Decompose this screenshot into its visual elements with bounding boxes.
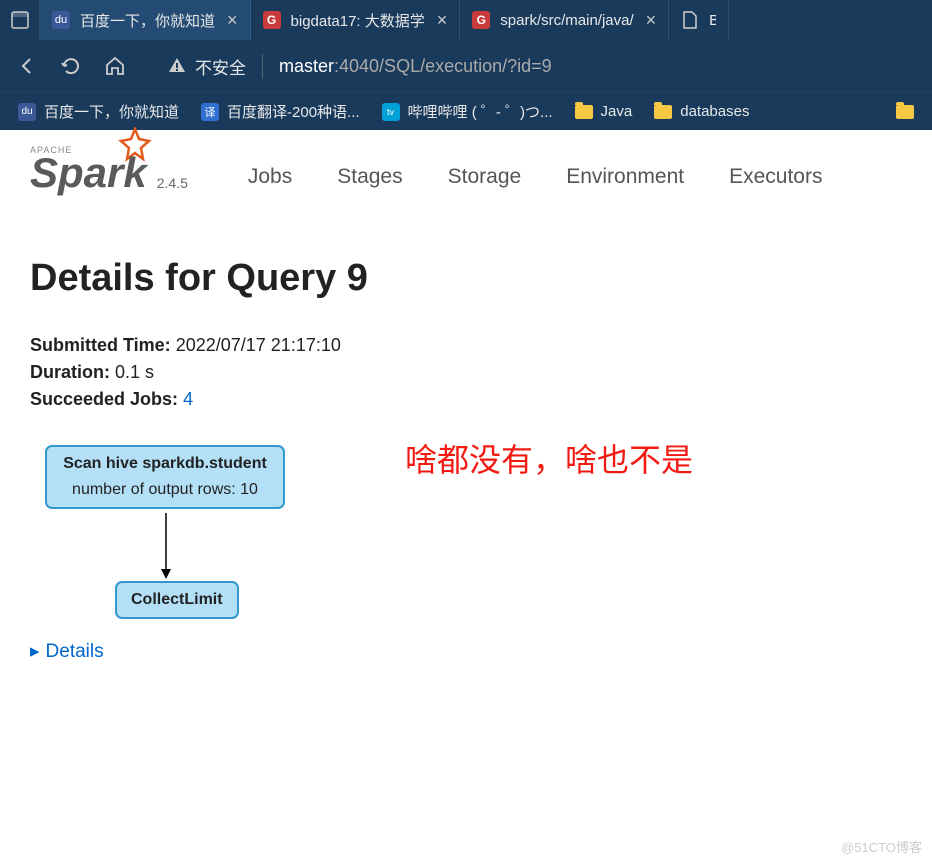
tab-favicon-icon [681,11,699,29]
close-icon[interactable]: × [646,10,657,31]
home-icon[interactable] [103,54,127,78]
bookmark-folder[interactable]: Java [575,103,633,120]
folder-icon [575,105,593,119]
bookmark-item[interactable]: du 百度一下，你就知道 [18,101,179,122]
detail-submitted: Submitted Time: 2022/07/17 21:17:10 [30,335,902,356]
browser-tab-3[interactable]: B [669,0,729,40]
spark-content: Details for Query 9 Submitted Time: 2022… [0,197,932,683]
triangle-right-icon: ▸ [30,640,40,663]
detail-value: 2022/07/17 21:17:10 [176,335,341,355]
folder-icon [896,105,914,119]
close-icon[interactable]: × [437,10,448,31]
dag-node-title: Scan hive sparkdb.student [59,455,271,473]
detail-link[interactable]: 4 [183,389,193,409]
url-host: master [279,56,334,76]
bookmark-label: Java [601,103,633,120]
spark-logo-text: Spark [30,149,147,197]
url-path: :4040/SQL/execution/?id=9 [334,56,552,76]
bookmark-item[interactable]: 译 百度翻译-200种语... [201,101,360,122]
details-toggle-label: Details [46,641,104,663]
annotation-text: 啥都没有，啥也不是 [405,435,693,481]
detail-duration: Duration: 0.1 s [30,362,902,383]
tab-favicon-icon: G [263,11,281,29]
browser-tab-0[interactable]: du 百度一下，你就知道 × [40,0,251,40]
refresh-icon[interactable] [59,54,83,78]
bookmark-label: databases [680,103,749,120]
bookmarks-bar: du 百度一下，你就知道 译 百度翻译-200种语... tv 哔哩哔哩 ( ゜… [0,92,932,130]
browser-tab-2[interactable]: G spark/src/main/java/ × [460,0,669,40]
close-icon[interactable]: × [227,10,238,31]
nav-environment[interactable]: Environment [566,165,684,189]
tab-list-icon[interactable] [0,0,40,40]
dag-node-title: CollectLimit [131,591,223,609]
bookmark-folder[interactable] [896,105,914,119]
spark-version: 2.4.5 [157,175,188,191]
bookmark-favicon-icon: 译 [201,103,219,121]
bookmark-item[interactable]: tv 哔哩哔哩 ( ゜- ゜)つ... [382,101,553,122]
page-title: Details for Query 9 [30,257,902,300]
detail-label: Submitted Time: [30,335,171,355]
dag-node-scan[interactable]: Scan hive sparkdb.student number of outp… [45,445,285,509]
watermark: @51CTO博客 [841,837,922,856]
tab-title: spark/src/main/java/ [500,12,633,29]
browser-tabs: du 百度一下，你就知道 × G bigdata17: 大数据学 × G spa… [0,0,932,40]
warning-icon [167,56,187,76]
spark-header: APACHE Spark 2.4.5 Jobs Stages Storage E… [0,130,932,197]
tab-favicon-icon: G [472,11,490,29]
security-badge: 不安全 [167,54,263,79]
address-bar[interactable]: 不安全 master:4040/SQL/execution/?id=9 [167,54,917,79]
nav-storage[interactable]: Storage [448,165,522,189]
dag-arrow-icon [160,513,172,581]
spark-nav: Jobs Stages Storage Environment Executor… [248,165,823,189]
nav-stages[interactable]: Stages [337,165,402,189]
detail-value: 0.1 s [115,362,154,382]
dag-node-detail: number of output rows: 10 [59,481,271,499]
bookmark-favicon-icon: du [18,103,36,121]
bookmark-label: 百度翻译-200种语... [227,101,360,122]
security-label: 不安全 [195,54,246,79]
browser-tab-1[interactable]: G bigdata17: 大数据学 × [251,0,461,40]
bookmark-label: 百度一下，你就知道 [44,101,179,122]
tab-title: bigdata17: 大数据学 [291,10,425,31]
bookmark-folder[interactable]: databases [654,103,749,120]
back-icon[interactable] [15,54,39,78]
detail-succeeded: Succeeded Jobs: 4 [30,389,902,410]
tab-favicon-icon: du [52,11,70,29]
tab-title: 百度一下，你就知道 [80,10,215,31]
detail-label: Succeeded Jobs: [30,389,178,409]
browser-nav-bar: 不安全 master:4040/SQL/execution/?id=9 [0,40,932,92]
spark-logo[interactable]: APACHE Spark 2.4.5 [30,145,188,197]
bookmark-label: 哔哩哔哩 ( ゜- ゜)つ... [408,101,553,122]
folder-icon [654,105,672,119]
bookmark-favicon-icon: tv [382,103,400,121]
nav-executors[interactable]: Executors [729,165,822,189]
tab-title: B [709,12,716,29]
url-text: master:4040/SQL/execution/?id=9 [279,56,552,77]
details-toggle[interactable]: ▸ Details [30,640,902,663]
dag-node-collect[interactable]: CollectLimit [115,581,239,619]
detail-label: Duration: [30,362,110,382]
nav-jobs[interactable]: Jobs [248,165,292,189]
